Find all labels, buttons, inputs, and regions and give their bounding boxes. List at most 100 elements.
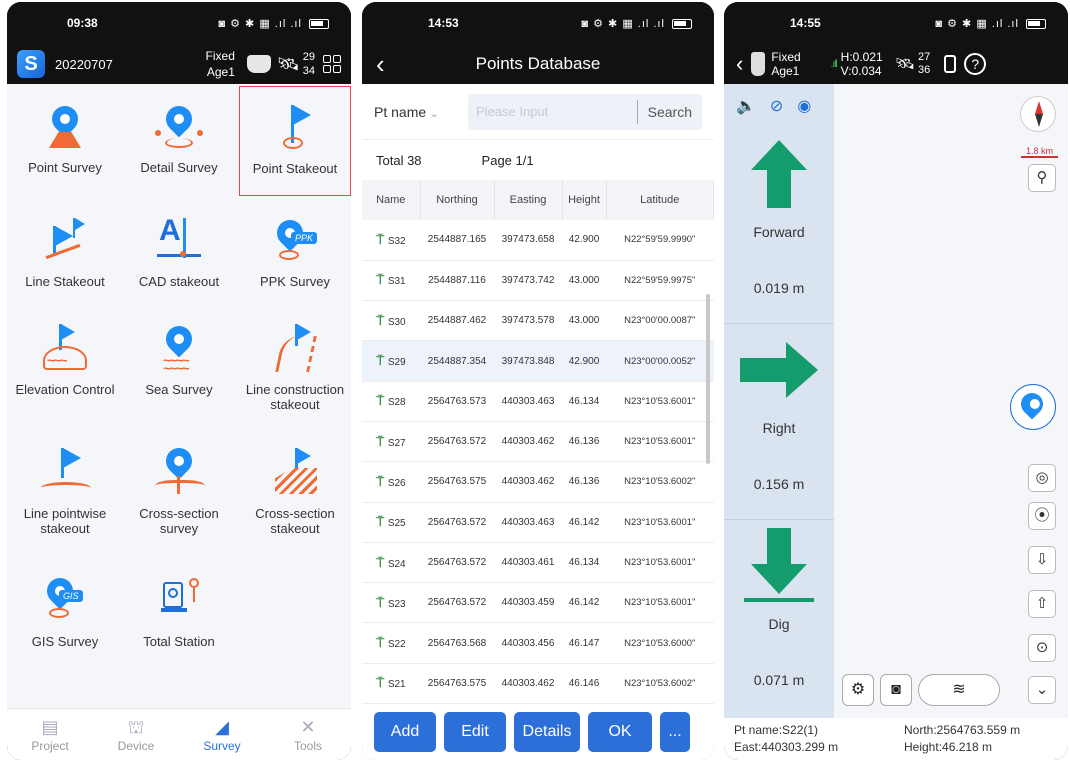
arrow-up-outline-icon[interactable]: ⇧ bbox=[1028, 590, 1056, 618]
tile-sea-survey[interactable]: ~~~~ ~~~~ Sea Survey bbox=[123, 308, 235, 418]
col-northing[interactable]: Northing bbox=[420, 180, 495, 220]
page-title: Points Database bbox=[475, 54, 601, 73]
map-pin-icon[interactable]: ⚲ bbox=[1028, 164, 1056, 192]
table-row[interactable]: ⍑ S29 2544887.354 397473.848 42.900 N23°00'0… bbox=[362, 340, 714, 382]
line-construction-stakeout-icon bbox=[265, 322, 325, 374]
table-row[interactable]: ⍑ S21 2564763.575 440303.462 46.146 N23°10'5… bbox=[362, 663, 714, 705]
center-location-icon[interactable]: ⊙ bbox=[1028, 634, 1056, 662]
tile-label: Line Stakeout bbox=[25, 274, 105, 289]
table-row[interactable]: ⍑ S22 2564763.568 440303.456 46.147 N23°10'5… bbox=[362, 622, 714, 664]
tile-point-stakeout[interactable]: Point Stakeout bbox=[239, 86, 351, 196]
points-table: Name Northing Easting Height Latitude ⍑ … bbox=[362, 180, 714, 745]
latitude-cell: N23°10'53.6002" bbox=[606, 663, 714, 705]
compass-toggle-icon[interactable]: ◉ bbox=[797, 96, 811, 116]
fix-status[interactable]: Fixed Age1 bbox=[206, 48, 235, 80]
satellite-icon[interactable]: 🛰 bbox=[895, 54, 915, 74]
table-row[interactable]: ⍑ S23 2564763.572 440303.459 46.142 N23°10'5… bbox=[362, 582, 714, 624]
search-field-select[interactable]: Pt name ⌄ bbox=[374, 104, 460, 120]
compass-icon[interactable] bbox=[1020, 96, 1056, 132]
ok-button[interactable]: OK bbox=[588, 712, 652, 752]
fix-label: Fixed bbox=[205, 49, 235, 63]
col-latitude[interactable]: Latitude bbox=[606, 180, 714, 220]
table-row[interactable]: ⍑ S26 2564763.575 440303.462 46.136 N23°10'5… bbox=[362, 461, 714, 503]
nav-tools[interactable]: ✕ Tools bbox=[265, 709, 351, 760]
search-button[interactable]: Search bbox=[636, 99, 702, 124]
col-name[interactable]: Name bbox=[362, 180, 421, 220]
tile-gis-survey[interactable]: GIS GIS Survey bbox=[9, 560, 121, 670]
table-row[interactable]: ⍑ S25 2564763.572 440303.463 46.142 N23°10'5… bbox=[362, 502, 714, 543]
table-row[interactable]: ⍑ S28 2564763.573 440303.463 46.134 N23°10'5… bbox=[362, 381, 714, 422]
tile-cross-section-survey[interactable]: Cross-section survey bbox=[123, 432, 235, 542]
project-icon: ▤ bbox=[41, 717, 59, 737]
point-name: S28 bbox=[387, 397, 406, 409]
nav-survey[interactable]: ◢ Survey bbox=[179, 709, 265, 760]
point-name: S32 bbox=[387, 235, 406, 247]
help-icon[interactable]: ? bbox=[964, 53, 987, 75]
add-button[interactable]: Add bbox=[374, 712, 436, 752]
tile-label: Sea Survey bbox=[145, 382, 213, 397]
back-icon[interactable]: ‹ bbox=[736, 51, 743, 77]
height-cell: 46.134 bbox=[562, 381, 606, 422]
app-header: S 20220707 Fixed Age1 🛰 29 34 bbox=[7, 44, 351, 84]
search-row: Pt name ⌄ Please Input Search bbox=[362, 84, 714, 140]
table-row[interactable]: ⍑ S31 2544887.116 397473.742 43.000 N22°59'5… bbox=[362, 260, 714, 302]
stakeout-map[interactable]: 🔈 ⊘ ◉ Forward 0.019 m Right 0.156 m Dig bbox=[724, 84, 1068, 718]
scrollbar[interactable] bbox=[706, 294, 710, 464]
receiver-icon[interactable] bbox=[246, 55, 271, 73]
table-row[interactable]: ⍑ S30 2544887.462 397473.578 43.000 N23°00'0… bbox=[362, 300, 714, 342]
fix-status[interactable]: Fixed Age1 bbox=[771, 50, 800, 78]
nav-label: Project bbox=[31, 739, 69, 753]
arrow-down-outline-icon[interactable]: ⇩ bbox=[1028, 546, 1056, 574]
details-button[interactable]: Details bbox=[514, 712, 580, 752]
tile-line-stakeout[interactable]: Line Stakeout bbox=[9, 200, 121, 310]
northing-cell: 2544887.354 bbox=[420, 340, 494, 382]
tile-detail-survey[interactable]: Detail Survey bbox=[123, 86, 235, 196]
elevation-control-icon: ~~~ bbox=[35, 322, 95, 374]
latitude-cell: N23°10'53.6001" bbox=[606, 502, 714, 543]
table-row[interactable]: ⍑ S24 2564763.572 440303.461 46.134 N23°10'5… bbox=[362, 542, 714, 584]
more-button[interactable]: ... bbox=[660, 712, 690, 752]
settings-gear-icon[interactable]: ⚙ bbox=[842, 674, 874, 706]
visibility-off-icon[interactable]: ⊘ bbox=[770, 96, 783, 116]
table-row[interactable]: ⍑ S27 2564763.572 440303.462 46.136 N23°10'5… bbox=[362, 421, 714, 463]
point-name-cell: ⍑ S25 bbox=[362, 502, 420, 543]
receiver-icon[interactable] bbox=[751, 52, 766, 76]
layers-icon[interactable]: ≋ bbox=[918, 674, 1000, 706]
col-easting[interactable]: Easting bbox=[494, 180, 563, 220]
tile-elevation-control[interactable]: ~~~ Elevation Control bbox=[9, 308, 121, 418]
detail-survey-icon bbox=[149, 100, 209, 152]
signal-icon: .ıll bbox=[830, 58, 838, 70]
point-name: S31 bbox=[387, 276, 406, 288]
search-input[interactable]: Please Input Search bbox=[468, 93, 702, 130]
satellite-icon[interactable]: 🛰 bbox=[277, 54, 300, 75]
horizontal-precision: H:0.021 bbox=[840, 50, 883, 64]
edit-button[interactable]: Edit bbox=[444, 712, 506, 752]
northing-cell: 2544887.462 bbox=[420, 300, 494, 342]
tile-total-station[interactable]: Total Station bbox=[123, 560, 235, 670]
right-panel: Right 0.156 m bbox=[724, 324, 834, 520]
right-value: 0.156 m bbox=[753, 476, 805, 492]
tile-ppk-survey[interactable]: PPK PPK Survey bbox=[239, 200, 351, 310]
table-row[interactable]: ⍑ S32 2544887.165 397473.658 42.900 N22°59'5… bbox=[362, 220, 714, 261]
apps-grid-icon[interactable] bbox=[323, 55, 341, 73]
tile-cad-stakeout[interactable]: A CAD stakeout bbox=[123, 200, 235, 310]
expand-down-icon[interactable]: ⌄ bbox=[1028, 676, 1056, 704]
camera-icon[interactable]: ◙ bbox=[880, 674, 912, 706]
location-pin-button[interactable] bbox=[1010, 384, 1056, 430]
nav-project[interactable]: ▤ Project bbox=[7, 709, 93, 760]
point-select-icon[interactable]: ⦿ bbox=[1028, 502, 1056, 530]
point-name: S25 bbox=[387, 518, 406, 530]
tile-point-survey[interactable]: Point Survey bbox=[9, 86, 121, 196]
nav-device[interactable]: ⛫ Device bbox=[93, 709, 179, 760]
tile-cross-section-stakeout[interactable]: Cross-section stakeout bbox=[239, 432, 351, 542]
tile-line-construction-stakeout[interactable]: Line construction stakeout bbox=[239, 308, 351, 418]
target-icon[interactable]: ◎ bbox=[1028, 464, 1056, 492]
survey-point-icon: ⍑ bbox=[376, 554, 388, 570]
col-height[interactable]: Height bbox=[562, 180, 607, 220]
northing-cell: 2564763.572 bbox=[420, 421, 494, 463]
mute-icon[interactable]: 🔈 bbox=[736, 96, 756, 116]
tile-line-pointwise-stakeout[interactable]: Line pointwise stakeout bbox=[9, 432, 121, 542]
points-list: Pt name ⌄ Please Input Search Total 38 Pa… bbox=[362, 84, 714, 760]
tile-label: CAD stakeout bbox=[138, 274, 220, 289]
tile-label: Line construction stakeout bbox=[245, 382, 345, 412]
